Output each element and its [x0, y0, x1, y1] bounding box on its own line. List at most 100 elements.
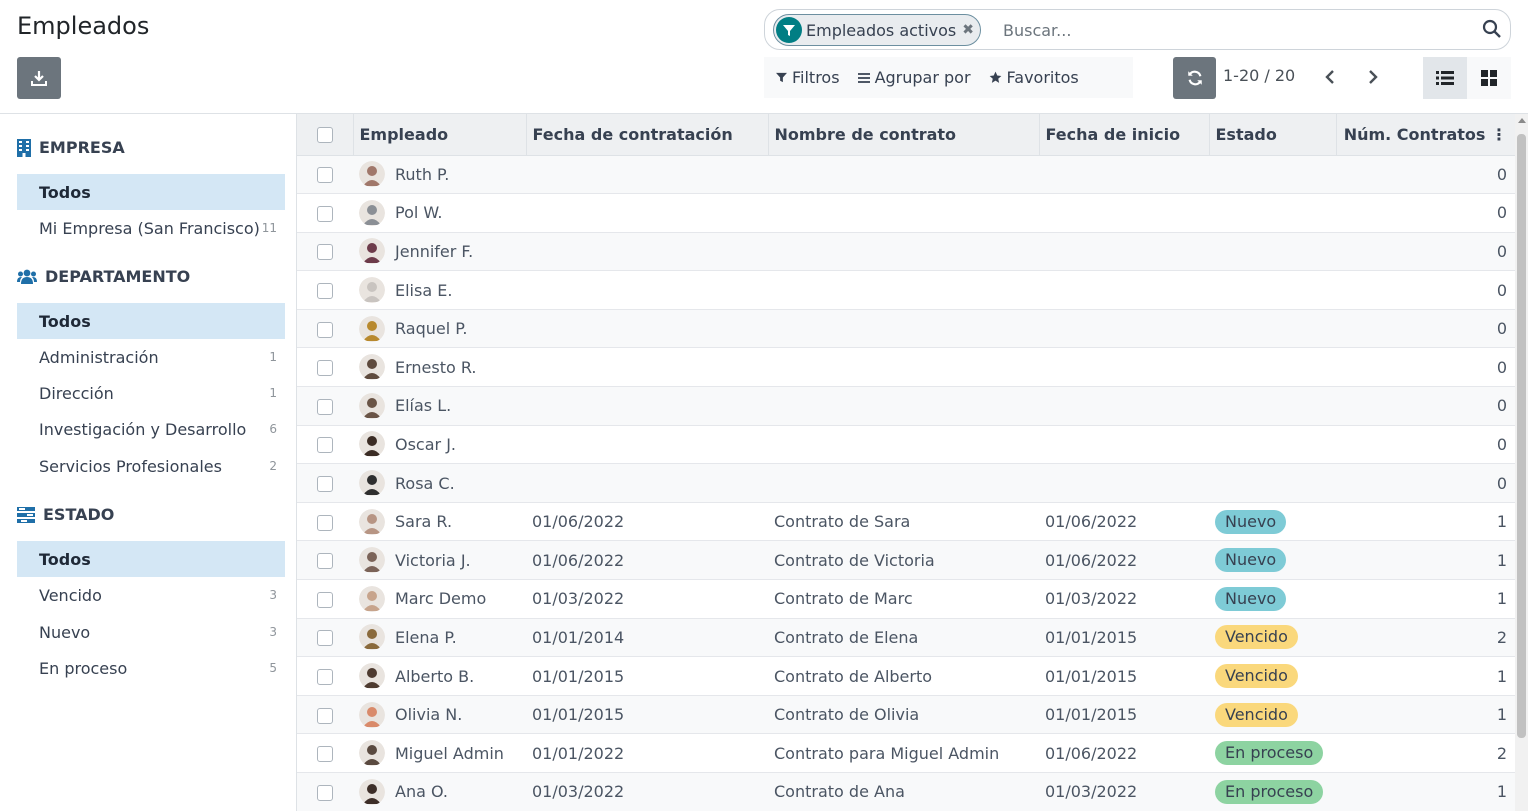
cell-empleado[interactable]: Rosa C. [353, 463, 526, 503]
cell-fecha-contratacion[interactable]: 01/01/2014 [526, 618, 768, 658]
cell-fecha-inicio[interactable] [1039, 386, 1209, 426]
favorites-button[interactable]: Favoritos [989, 68, 1079, 87]
cell-nombre-contrato[interactable] [768, 232, 1039, 272]
sidebar-item-empresa-todos[interactable]: Todos [17, 174, 285, 210]
row-checkbox[interactable] [317, 321, 333, 338]
table-row[interactable]: Ruth P. 0 [297, 155, 1515, 195]
table-row[interactable]: Elisa E. 0 [297, 270, 1515, 310]
row-checkbox[interactable] [317, 514, 333, 531]
cell-num-contratos[interactable]: 1 [1336, 502, 1515, 542]
cell-fecha-contratacion[interactable]: 01/06/2022 [526, 540, 768, 581]
cell-nombre-contrato[interactable] [768, 425, 1039, 465]
cell-nombre-contrato[interactable]: Contrato para Miguel Admin [768, 733, 1039, 773]
column-header-fecha-inicio[interactable]: Fecha de inicio [1038, 114, 1209, 156]
cell-fecha-inicio[interactable]: 01/06/2022 [1039, 733, 1209, 773]
cell-estado[interactable] [1209, 232, 1336, 272]
table-row[interactable]: Rosa C. 0 [297, 463, 1515, 503]
sidebar-item-mi-empresa[interactable]: Mi Empresa (San Francisco) 11 [17, 210, 285, 246]
row-checkbox[interactable] [317, 630, 333, 647]
cell-num-contratos[interactable]: 0 [1336, 155, 1515, 195]
cell-estado[interactable] [1209, 425, 1336, 465]
column-header-nombre-contrato[interactable]: Nombre de contrato [767, 114, 1039, 156]
row-checkbox[interactable] [317, 167, 333, 184]
cell-fecha-inicio[interactable] [1039, 155, 1209, 195]
cell-fecha-inicio[interactable] [1039, 425, 1209, 465]
select-all-checkbox[interactable] [316, 127, 333, 144]
cell-estado[interactable] [1209, 386, 1336, 426]
table-row[interactable]: Sara R. 01/06/2022 Contrato de Sara 01/06/2… [297, 502, 1515, 542]
row-checkbox[interactable] [317, 476, 333, 493]
cell-fecha-inicio[interactable] [1039, 270, 1209, 310]
cell-estado[interactable] [1209, 155, 1336, 195]
table-row[interactable]: Ana O. 01/03/2022 Contrato de Ana 01/03/202… [297, 772, 1515, 811]
cell-fecha-inicio[interactable] [1039, 232, 1209, 272]
cell-num-contratos[interactable]: 1 [1336, 695, 1515, 735]
cell-estado[interactable] [1209, 347, 1336, 388]
cell-fecha-inicio[interactable] [1039, 347, 1209, 388]
sidebar-item-nuevo[interactable]: Nuevo 3 [17, 614, 285, 650]
cell-empleado[interactable]: Victoria J. [353, 540, 526, 581]
cell-estado[interactable] [1209, 193, 1336, 233]
cell-empleado[interactable]: Miguel Admin [353, 733, 526, 773]
table-row[interactable]: Ernesto R. 0 [297, 347, 1515, 388]
cell-num-contratos[interactable]: 1 [1336, 772, 1515, 811]
cell-num-contratos[interactable]: 0 [1336, 425, 1515, 465]
pager-previous-button[interactable] [1318, 63, 1342, 91]
search-facet[interactable]: Empleados activos ✖ [773, 14, 981, 46]
cell-fecha-contratacion[interactable] [526, 347, 768, 388]
cell-num-contratos[interactable]: 1 [1336, 540, 1515, 581]
list-view-button[interactable] [1423, 57, 1467, 99]
reload-button[interactable] [1173, 57, 1216, 99]
cell-fecha-inicio[interactable]: 01/06/2022 [1039, 540, 1209, 581]
kanban-view-button[interactable] [1467, 57, 1511, 99]
cell-fecha-inicio[interactable]: 01/01/2015 [1039, 695, 1209, 735]
table-row[interactable]: Jennifer F. 0 [297, 232, 1515, 272]
cell-nombre-contrato[interactable]: Contrato de Sara [768, 502, 1039, 542]
table-row[interactable]: Elena P. 01/01/2014 Contrato de Elena 01/01… [297, 618, 1515, 658]
sidebar-item-departamento-todos[interactable]: Todos [17, 303, 285, 339]
cell-estado[interactable]: Nuevo [1209, 502, 1336, 542]
table-row[interactable]: Marc Demo 01/03/2022 Contrato de Marc 01/03… [297, 579, 1515, 619]
row-checkbox[interactable] [317, 283, 333, 300]
cell-num-contratos[interactable]: 0 [1336, 309, 1515, 349]
table-row[interactable]: Raquel P. 0 [297, 309, 1515, 349]
sidebar-item-vencido[interactable]: Vencido 3 [17, 577, 285, 613]
search-icon[interactable] [1482, 19, 1502, 39]
cell-num-contratos[interactable]: 2 [1336, 733, 1515, 773]
row-checkbox[interactable] [317, 669, 333, 686]
cell-empleado[interactable]: Elisa E. [353, 270, 526, 310]
cell-estado[interactable] [1209, 309, 1336, 349]
cell-fecha-contratacion[interactable] [526, 270, 768, 310]
cell-nombre-contrato[interactable] [768, 347, 1039, 388]
cell-num-contratos[interactable]: 0 [1336, 386, 1515, 426]
table-row[interactable]: Miguel Admin 01/01/2022 Contrato para Migu… [297, 733, 1515, 773]
download-button[interactable] [17, 57, 61, 99]
cell-num-contratos[interactable]: 2 [1336, 618, 1515, 658]
sidebar-item-en-proceso[interactable]: En proceso 5 [17, 650, 285, 686]
cell-fecha-contratacion[interactable] [526, 232, 768, 272]
row-checkbox[interactable] [317, 553, 333, 570]
remove-facet-icon[interactable]: ✖ [962, 22, 974, 38]
table-row[interactable]: Victoria J. 01/06/2022 Contrato de Victori… [297, 540, 1515, 581]
cell-nombre-contrato[interactable] [768, 386, 1039, 426]
column-header-fecha-contratacion[interactable]: Fecha de contratación [525, 114, 768, 156]
cell-fecha-inicio[interactable] [1039, 193, 1209, 233]
sidebar-item-administracion[interactable]: Administración 1 [17, 339, 285, 375]
sidebar-item-servicios[interactable]: Servicios Profesionales 2 [17, 448, 285, 484]
pager-next-button[interactable] [1361, 63, 1385, 91]
table-row[interactable]: Pol W. 0 [297, 193, 1515, 233]
cell-num-contratos[interactable]: 0 [1336, 270, 1515, 310]
row-checkbox[interactable] [317, 784, 333, 801]
table-row[interactable]: Oscar J. 0 [297, 425, 1515, 465]
cell-nombre-contrato[interactable]: Contrato de Elena [768, 618, 1039, 658]
cell-empleado[interactable]: Oscar J. [353, 425, 526, 465]
cell-empleado[interactable]: Alberto B. [353, 656, 526, 696]
cell-empleado[interactable]: Marc Demo [353, 579, 526, 619]
cell-nombre-contrato[interactable]: Contrato de Victoria [768, 540, 1039, 581]
cell-num-contratos[interactable]: 0 [1336, 232, 1515, 272]
sidebar-item-investigacion[interactable]: Investigación y Desarrollo 6 [17, 411, 285, 447]
row-checkbox[interactable] [317, 591, 333, 608]
cell-nombre-contrato[interactable] [768, 193, 1039, 233]
cell-estado[interactable]: En proceso [1209, 733, 1336, 773]
cell-nombre-contrato[interactable]: Contrato de Alberto [768, 656, 1039, 696]
